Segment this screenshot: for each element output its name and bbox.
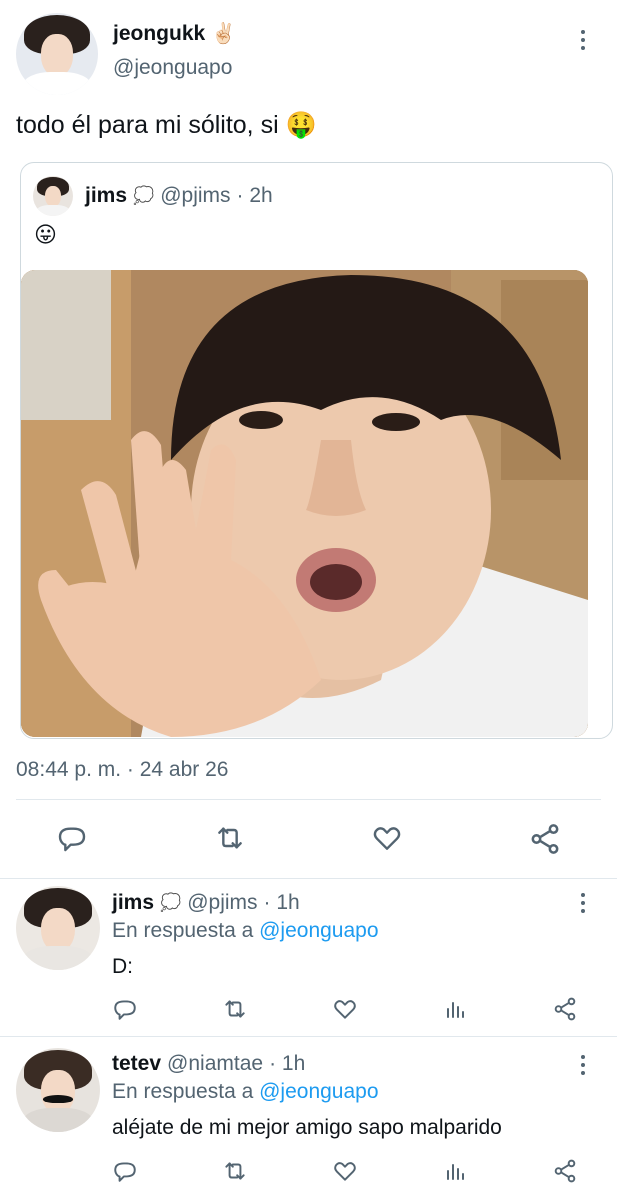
selfie-photo — [21, 270, 588, 737]
reply-2-author-handle[interactable]: @niamtae — [167, 1052, 263, 1076]
reply-2-share-icon[interactable] — [552, 1158, 578, 1184]
actions-divider — [0, 878, 617, 879]
timestamp-divider — [16, 799, 601, 800]
main-author-name-row[interactable]: jeongukk ✌🏻 — [113, 20, 236, 48]
reply-1-author-name[interactable]: jims — [112, 891, 154, 915]
reply-1-reply-to-link[interactable]: @jeonguapo — [259, 919, 378, 942]
main-author-avatar[interactable] — [16, 13, 98, 95]
quoted-tweet-text: 😛 — [34, 222, 57, 247]
reply-1-header: jims 💭 @pjims · 1h — [112, 890, 300, 916]
main-tweet-text: todo él para mi sólito, si 🤑 — [16, 111, 317, 139]
reply-1-reply-prefix: En respuesta a — [112, 919, 254, 942]
reply-2-replying-to: En respuesta a @jeonguapo — [112, 1080, 379, 1104]
reply-2-avatar[interactable] — [16, 1048, 100, 1132]
reply-1-analytics-icon[interactable] — [443, 996, 467, 1022]
reply-2-like-icon[interactable] — [332, 1158, 358, 1184]
main-retweet-icon[interactable] — [212, 822, 248, 854]
main-tweet-timestamp[interactable]: 08:44 p. m. · 24 abr 26 — [16, 758, 228, 782]
reply-1-author-handle[interactable]: @pjims — [187, 891, 257, 915]
reply-2-reply-icon[interactable] — [112, 1158, 138, 1184]
main-reply-icon[interactable] — [55, 822, 89, 854]
reply-2-reply-to-link[interactable]: @jeonguapo — [259, 1080, 378, 1103]
reply-2-header: tetev @niamtae · 1h — [112, 1051, 305, 1077]
reply-1-reply-icon[interactable] — [112, 996, 138, 1022]
reply-1-retweet-icon[interactable] — [221, 996, 249, 1022]
main-share-icon[interactable] — [528, 822, 562, 856]
reply-2-retweet-icon[interactable] — [221, 1158, 249, 1184]
thought-balloon-emoji-icon: 💭 — [133, 186, 155, 205]
reply-1-text: D: — [112, 955, 133, 978]
quoted-author-handle: @pjims — [160, 184, 231, 207]
quoted-author-name: jims — [85, 184, 128, 207]
reply-1-time: · 1h — [263, 891, 300, 914]
reply-1-share-icon[interactable] — [552, 996, 578, 1022]
reply-2-reply-prefix: En respuesta a — [112, 1080, 254, 1103]
reply-2-text: aléjate de mi mejor amigo sapo malparido — [112, 1116, 502, 1139]
reply-1-more-vertical-icon[interactable] — [579, 893, 587, 913]
reply-1-divider — [0, 1036, 617, 1037]
main-like-icon[interactable] — [370, 822, 404, 854]
quoted-author-row: jims 💭 @pjims · 2h — [85, 183, 273, 209]
reply-2-author-name[interactable]: tetev — [112, 1052, 161, 1076]
mustache-icon — [42, 1095, 74, 1104]
reply-1-replying-to: En respuesta a @jeonguapo — [112, 919, 379, 943]
reply-2-analytics-icon[interactable] — [443, 1158, 467, 1184]
main-author-name: jeongukk — [113, 22, 206, 45]
quoted-author-avatar — [33, 176, 73, 216]
quoted-tweet-photo[interactable] — [21, 270, 588, 737]
quoted-tweet-time: · 2h — [236, 184, 273, 207]
victory-hand-emoji-icon: ✌🏻 — [211, 23, 237, 45]
reply-2-time: · 1h — [269, 1052, 306, 1075]
more-vertical-icon[interactable] — [579, 30, 587, 50]
reply-1-avatar[interactable] — [16, 886, 100, 970]
main-author-handle[interactable]: @jeonguapo — [113, 56, 232, 80]
reply-2-more-vertical-icon[interactable] — [579, 1055, 587, 1075]
reply-1-like-icon[interactable] — [332, 996, 358, 1022]
thought-balloon-emoji-icon: 💭 — [160, 893, 182, 912]
